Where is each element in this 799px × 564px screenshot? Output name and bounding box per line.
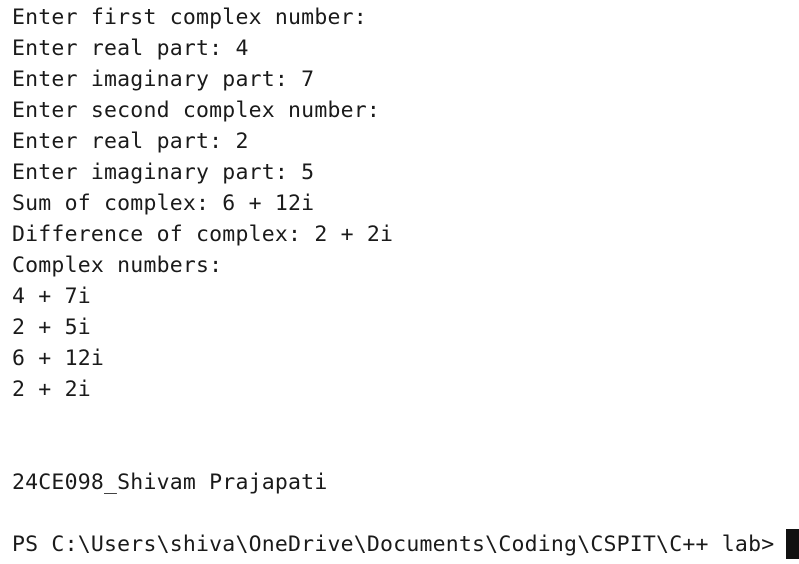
- output-line: Enter real part: 4: [12, 36, 249, 61]
- output-line: Sum of complex: 6 + 12i: [12, 191, 315, 216]
- output-line: Enter first complex number:: [12, 5, 367, 30]
- output-line: Complex numbers:: [12, 253, 223, 278]
- output-line: 2 + 2i: [12, 377, 91, 402]
- command-prompt[interactable]: PS C:\Users\shiva\OneDrive\Documents\Cod…: [12, 528, 799, 560]
- signature-line: 24CE098_Shivam Prajapati: [12, 470, 328, 495]
- terminal-window[interactable]: Enter first complex number: Enter real p…: [0, 0, 799, 564]
- output-line: 4 + 7i: [12, 284, 91, 309]
- output-line: Enter second complex number:: [12, 98, 381, 123]
- terminal-output: Enter first complex number: Enter real p…: [12, 2, 393, 498]
- output-line: Enter imaginary part: 5: [12, 160, 315, 185]
- text-cursor: [786, 528, 799, 559]
- output-line: Enter real part: 2: [12, 129, 249, 154]
- output-line: Enter imaginary part: 7: [12, 67, 315, 92]
- prompt-text: PS C:\Users\shiva\OneDrive\Documents\Cod…: [12, 532, 775, 557]
- output-line: 6 + 12i: [12, 346, 105, 371]
- output-line: 2 + 5i: [12, 315, 91, 340]
- output-line: Difference of complex: 2 + 2i: [12, 222, 394, 247]
